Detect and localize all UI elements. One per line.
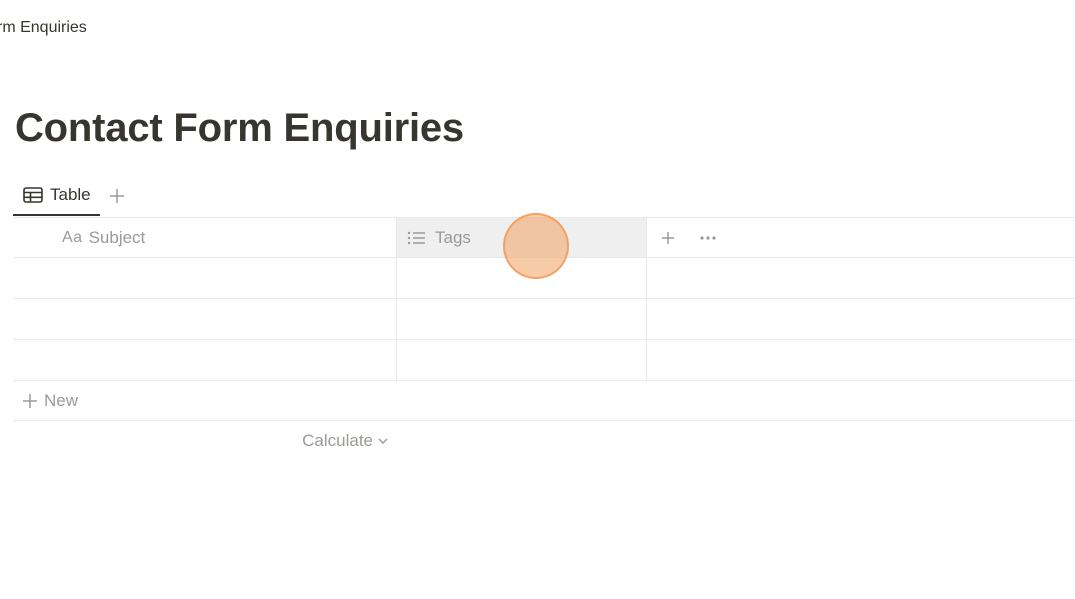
- plus-icon: [109, 189, 124, 203]
- chevron-down-icon: [378, 438, 388, 445]
- column-header-label: Tags: [435, 227, 471, 247]
- view-tab-bar: Table: [13, 176, 128, 216]
- calculate-row: Calculate: [13, 421, 1075, 461]
- plus-icon: [23, 393, 37, 408]
- table-header-row: Aa Subject Tags: [13, 217, 1075, 258]
- text-property-icon: Aa: [62, 228, 83, 246]
- breadcrumb[interactable]: rm Enquiries: [0, 19, 87, 37]
- column-header-tags[interactable]: Tags: [397, 218, 646, 257]
- column-tags: Tags: [397, 218, 647, 257]
- cell-empty: [647, 299, 1075, 339]
- cell-tags[interactable]: [397, 299, 647, 339]
- add-view-button[interactable]: [106, 185, 128, 207]
- ellipsis-icon: [700, 235, 716, 240]
- add-column-button[interactable]: [657, 227, 679, 249]
- tab-table-label: Table: [50, 185, 91, 204]
- plus-icon: [662, 231, 674, 244]
- new-row-label: New: [44, 390, 79, 410]
- cell-subject[interactable]: [13, 340, 397, 380]
- column-subject: Aa Subject: [13, 218, 397, 257]
- table-row: [13, 340, 1075, 381]
- calculate-label: Calculate: [302, 431, 373, 450]
- database-table: Aa Subject Tags New Calculate: [13, 217, 1075, 461]
- cell-empty: [647, 340, 1075, 380]
- column-header-subject[interactable]: Aa Subject: [13, 218, 396, 257]
- cell-tags[interactable]: [397, 258, 647, 298]
- cell-subject[interactable]: [13, 258, 397, 298]
- cell-empty: [647, 258, 1075, 298]
- calculate-button[interactable]: Calculate: [302, 431, 388, 451]
- tab-table[interactable]: Table: [13, 176, 100, 216]
- page-title[interactable]: Contact Form Enquiries: [15, 106, 464, 151]
- more-options-button[interactable]: [697, 227, 719, 249]
- list-icon: [407, 230, 427, 246]
- table-icon: [23, 186, 43, 204]
- cell-tags[interactable]: [397, 340, 647, 380]
- table-row: [13, 299, 1075, 340]
- page: rm Enquiries Contact Form Enquiries Tabl…: [0, 0, 1075, 599]
- column-header-label: Subject: [88, 227, 146, 247]
- cell-subject[interactable]: [13, 299, 397, 339]
- table-row: [13, 258, 1075, 299]
- new-row-button[interactable]: New: [13, 381, 1075, 421]
- column-actions: [647, 218, 1075, 257]
